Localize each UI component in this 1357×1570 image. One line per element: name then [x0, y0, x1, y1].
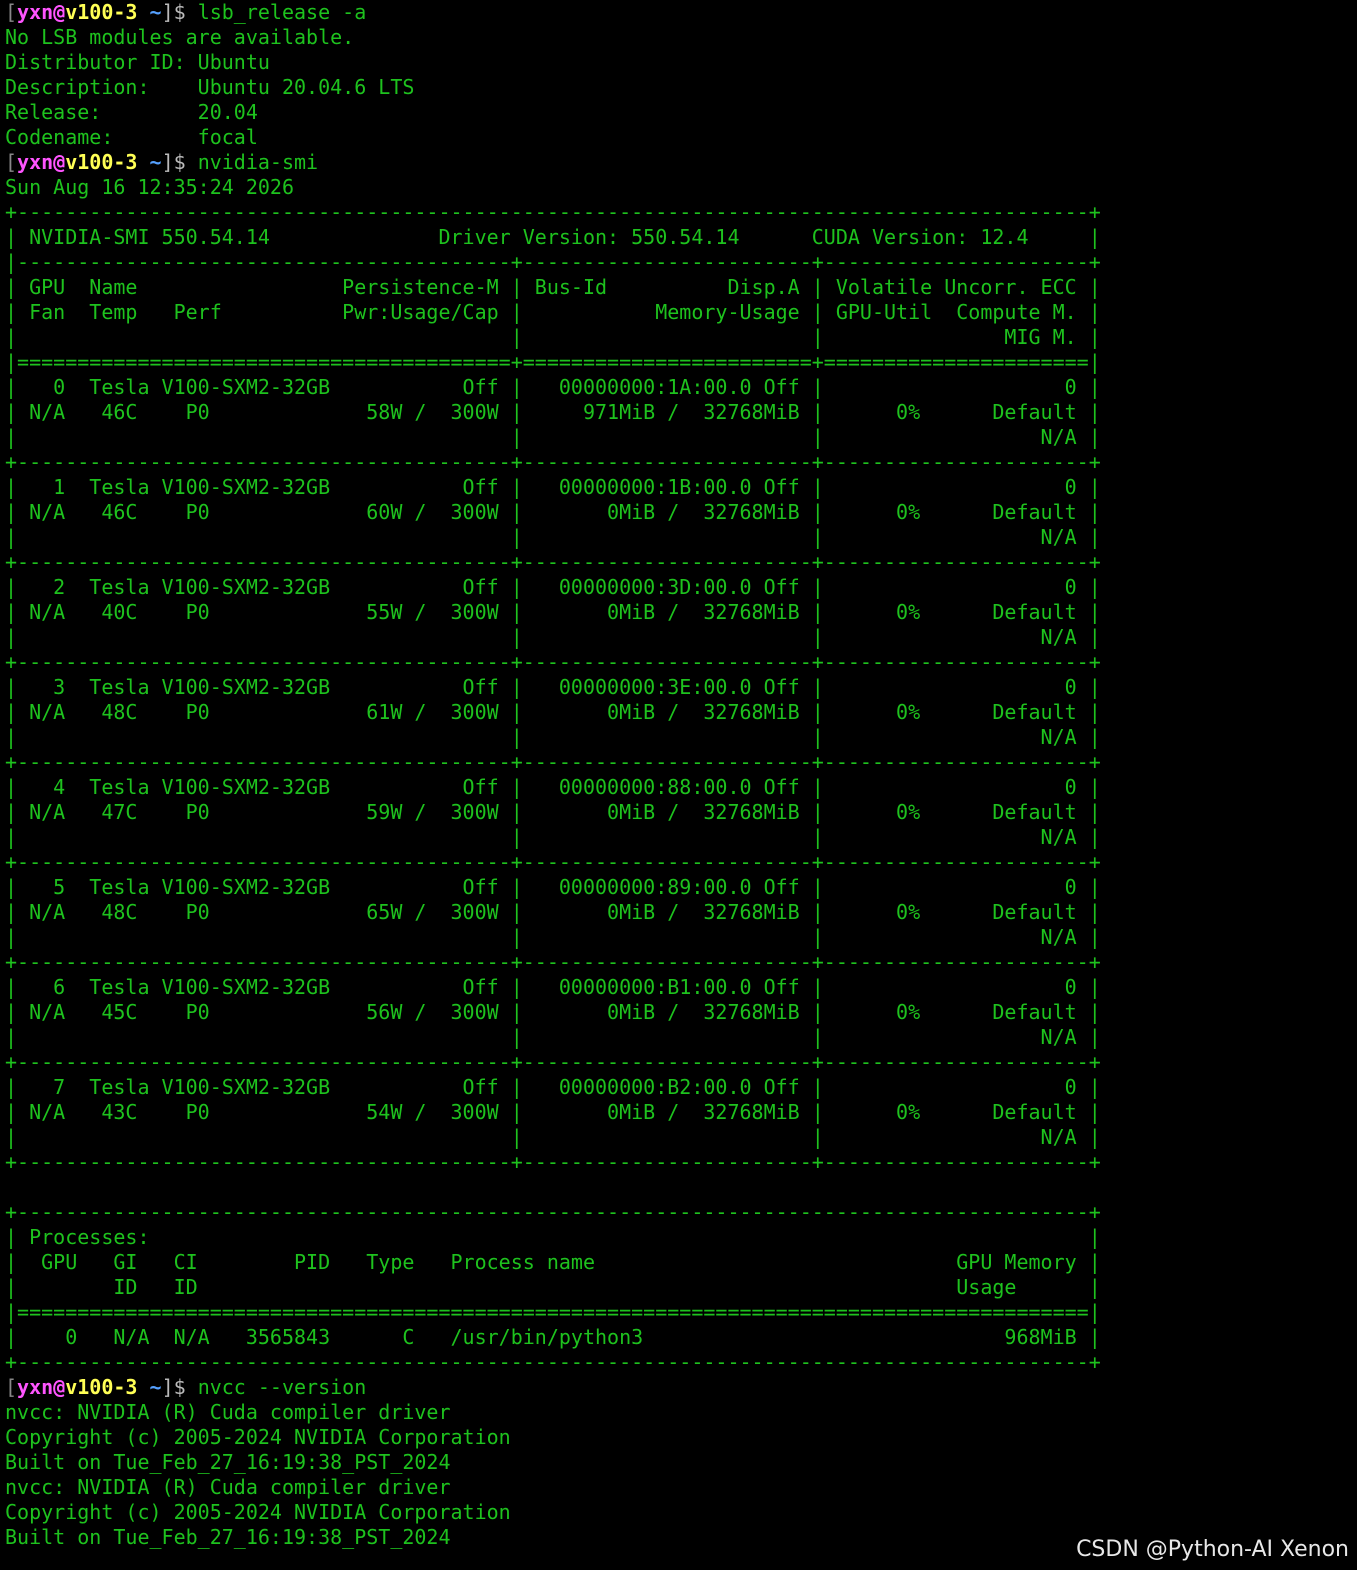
output-line: | 7 Tesla V100-SXM2-32GB Off | 00000000:…: [5, 1075, 1101, 1099]
output-line: Sun Aug 16 12:35:24 2026: [5, 175, 294, 199]
output-line: | 1 Tesla V100-SXM2-32GB Off | 00000000:…: [5, 475, 1101, 499]
output-line: | | | N/A |: [5, 525, 1101, 549]
prompt-host: v100-3: [65, 0, 138, 24]
output-line: +---------------------------------------…: [5, 450, 1101, 474]
prompt-line: [yxn@v100-3 ~]$ nvcc --version: [5, 1375, 1101, 1400]
output-line: | 5 Tesla V100-SXM2-32GB Off | 00000000:…: [5, 875, 1101, 899]
output-line: | N/A 45C P0 56W / 300W | 0MiB / 32768Mi…: [5, 1000, 1101, 1024]
output-line: | 6 Tesla V100-SXM2-32GB Off | 00000000:…: [5, 975, 1101, 999]
output-line: | 4 Tesla V100-SXM2-32GB Off | 00000000:…: [5, 775, 1101, 799]
output-line: Description: Ubuntu 20.04.6 LTS: [5, 75, 415, 99]
output-line: | ID ID Usage |: [5, 1275, 1101, 1299]
output-line: | N/A 48C P0 65W / 300W | 0MiB / 32768Mi…: [5, 900, 1101, 924]
output-line: Codename: focal: [5, 125, 258, 149]
output-line: | NVIDIA-SMI 550.54.14 Driver Version: 5…: [5, 225, 1101, 249]
prompt-user: yxn: [17, 1375, 54, 1399]
output-line: +---------------------------------------…: [5, 550, 1101, 574]
output-line: | N/A 47C P0 59W / 300W | 0MiB / 32768Mi…: [5, 800, 1101, 824]
output-line: | GPU Name Persistence-M | Bus-Id Disp.A…: [5, 275, 1101, 299]
prompt-dir: ~: [149, 1375, 162, 1399]
prompt-open-bracket: [: [5, 0, 18, 24]
output-line: | | | MIG M. |: [5, 325, 1101, 349]
output-line: nvcc: NVIDIA (R) Cuda compiler driver: [5, 1400, 451, 1424]
output-line: |---------------------------------------…: [5, 250, 1101, 274]
prompt-line: [yxn@v100-3 ~]$ lsb_release -a: [5, 0, 1101, 25]
command-text: lsb_release -a: [197, 0, 367, 24]
output-line: | | | N/A |: [5, 1125, 1101, 1149]
prompt-close: ]$: [161, 0, 198, 24]
output-line: Distributor ID: Ubuntu: [5, 50, 270, 74]
output-line: nvcc: NVIDIA (R) Cuda compiler driver: [5, 1475, 451, 1499]
prompt-close: ]$: [161, 1375, 198, 1399]
prompt-user: yxn: [17, 0, 54, 24]
prompt-at: @: [53, 150, 66, 174]
output-line: | | | N/A |: [5, 825, 1101, 849]
output-line: | GPU GI CI PID Type Process name GPU Me…: [5, 1250, 1101, 1274]
output-line: +---------------------------------------…: [5, 650, 1101, 674]
output-line: | | | N/A |: [5, 425, 1101, 449]
prompt-open-bracket: [: [5, 1375, 18, 1399]
output-line: | | | N/A |: [5, 1025, 1101, 1049]
output-line: Copyright (c) 2005-2024 NVIDIA Corporati…: [5, 1425, 511, 1449]
output-line: |=======================================…: [5, 350, 1101, 374]
output-line: | Fan Temp Perf Pwr:Usage/Cap | Memory-U…: [5, 300, 1101, 324]
prompt-at: @: [53, 1375, 66, 1399]
prompt-at: @: [53, 0, 66, 24]
output-line: | 0 N/A N/A 3565843 C /usr/bin/python3 9…: [5, 1325, 1101, 1349]
prompt-open-bracket: [: [5, 150, 18, 174]
prompt-dir: ~: [149, 150, 162, 174]
prompt-user: yxn: [17, 150, 54, 174]
output-line: | Processes: |: [5, 1225, 1101, 1249]
prompt-line: [yxn@v100-3 ~]$ nvidia-smi: [5, 150, 1101, 175]
output-line: +---------------------------------------…: [5, 1200, 1101, 1224]
output-line: | | | N/A |: [5, 925, 1101, 949]
prompt-close: ]$: [161, 150, 198, 174]
prompt-host: v100-3: [65, 150, 138, 174]
output-line: | | | N/A |: [5, 625, 1101, 649]
output-line: |=======================================…: [5, 1300, 1101, 1324]
terminal-output[interactable]: [yxn@v100-3 ~]$ lsb_release -a No LSB mod…: [5, 0, 1101, 1550]
output-line: | | | N/A |: [5, 725, 1101, 749]
output-line: | N/A 46C P0 60W / 300W | 0MiB / 32768Mi…: [5, 500, 1101, 524]
output-line: | 3 Tesla V100-SXM2-32GB Off | 00000000:…: [5, 675, 1101, 699]
output-line: +---------------------------------------…: [5, 850, 1101, 874]
command-text: nvidia-smi: [197, 150, 319, 174]
csdn-watermark: CSDN @Python-AI Xenon: [1076, 1537, 1349, 1562]
output-line: | 2 Tesla V100-SXM2-32GB Off | 00000000:…: [5, 575, 1101, 599]
output-line: Built on Tue_Feb_27_16:19:38_PST_2024: [5, 1525, 451, 1549]
output-line: Copyright (c) 2005-2024 NVIDIA Corporati…: [5, 1500, 511, 1524]
prompt-host: v100-3: [65, 1375, 138, 1399]
command-text: nvcc --version: [197, 1375, 367, 1399]
prompt-dir: ~: [149, 0, 162, 24]
output-line: +---------------------------------------…: [5, 950, 1101, 974]
output-line: | N/A 48C P0 61W / 300W | 0MiB / 32768Mi…: [5, 700, 1101, 724]
output-line: +---------------------------------------…: [5, 1350, 1101, 1374]
output-line: | N/A 46C P0 58W / 300W | 971MiB / 32768…: [5, 400, 1101, 424]
output-line: +---------------------------------------…: [5, 200, 1101, 224]
output-line: | 0 Tesla V100-SXM2-32GB Off | 00000000:…: [5, 375, 1101, 399]
output-line: +---------------------------------------…: [5, 750, 1101, 774]
output-line: Built on Tue_Feb_27_16:19:38_PST_2024: [5, 1450, 451, 1474]
output-line: +---------------------------------------…: [5, 1150, 1101, 1174]
output-line: +---------------------------------------…: [5, 1050, 1101, 1074]
output-line: No LSB modules are available.: [5, 25, 355, 49]
output-line: | N/A 40C P0 55W / 300W | 0MiB / 32768Mi…: [5, 600, 1101, 624]
output-line: | N/A 43C P0 54W / 300W | 0MiB / 32768Mi…: [5, 1100, 1101, 1124]
output-line: Release: 20.04: [5, 100, 258, 124]
